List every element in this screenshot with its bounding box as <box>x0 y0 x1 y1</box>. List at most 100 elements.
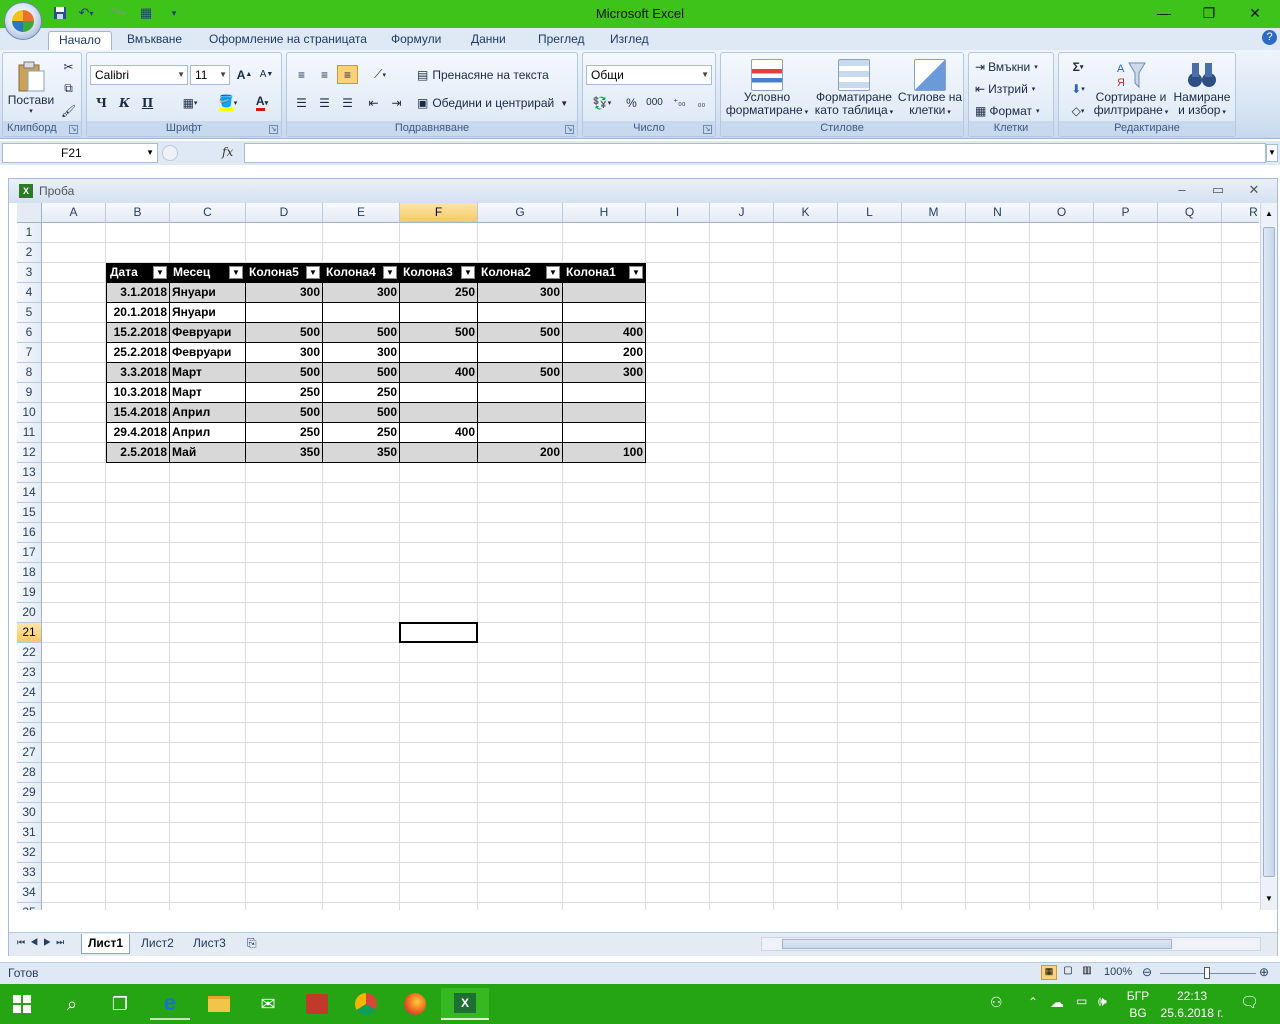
autosum-icon[interactable]: Σ ▾ <box>1063 57 1093 76</box>
table-cell[interactable]: 350 <box>323 443 400 463</box>
row-header-32[interactable]: 32 <box>17 843 42 863</box>
column-header-g[interactable]: G <box>478 203 563 223</box>
row-header-13[interactable]: 13 <box>17 463 42 483</box>
find-select-button[interactable]: Намиране и избор ▾ <box>1169 57 1235 121</box>
grow-font-icon[interactable]: A ▲ <box>234 65 255 84</box>
table-cell[interactable]: 300 <box>246 343 323 363</box>
alignment-launcher-icon[interactable]: ↘ <box>565 125 574 134</box>
increase-indent-icon[interactable]: ⇥ <box>386 93 407 112</box>
wb-maximize-button[interactable]: ▭ <box>1203 182 1233 198</box>
table-cell[interactable] <box>323 303 400 323</box>
borders-icon[interactable]: ▦ ▾ <box>175 93 205 112</box>
table-cell[interactable]: 250 <box>246 423 323 443</box>
sheet-nav-icon[interactable]: ⏮◀▶⏭ <box>17 937 69 948</box>
row-header-9[interactable]: 9 <box>17 383 42 403</box>
table-cell[interactable]: 300 <box>323 283 400 303</box>
table-cell[interactable]: Април <box>170 403 246 423</box>
paste-button[interactable]: Постави ▾ <box>6 57 56 119</box>
filter-dropdown-icon[interactable]: ▼ <box>629 266 643 279</box>
table-cell[interactable] <box>478 403 563 423</box>
table-cell[interactable]: 200 <box>563 343 646 363</box>
align-right-icon[interactable]: ☰ <box>337 93 358 112</box>
percent-icon[interactable]: % <box>621 93 642 112</box>
wrap-text-button[interactable]: ▤ Пренасяне на текста <box>417 65 549 85</box>
filter-dropdown-icon[interactable]: ▼ <box>306 266 320 279</box>
row-header-21[interactable]: 21 <box>17 623 42 643</box>
table-cell[interactable]: Януари <box>170 283 246 303</box>
row-header-8[interactable]: 8 <box>17 363 42 383</box>
horizontal-scroll-thumb[interactable] <box>782 939 1172 949</box>
format-painter-icon[interactable]: 🖌 <box>58 101 79 120</box>
decrease-indent-icon[interactable]: ⇤ <box>363 93 384 112</box>
column-header-o[interactable]: O <box>1030 203 1094 223</box>
show-hidden-icons-icon[interactable]: ⌃ <box>1028 995 1038 1009</box>
fill-color-icon[interactable]: 🪣 ▾ <box>213 93 243 112</box>
sheet-tab-3[interactable]: Лист3 <box>187 934 232 954</box>
access-app-icon[interactable] <box>297 988 337 1020</box>
people-icon[interactable]: ⚇ <box>990 994 1003 1011</box>
table-cell[interactable]: 500 <box>246 323 323 343</box>
insert-function-icon[interactable]: fx <box>222 145 244 163</box>
volume-icon[interactable]: 🕪 <box>1098 993 1107 1010</box>
table-cell[interactable]: 300 <box>478 283 563 303</box>
row-header-30[interactable]: 30 <box>17 803 42 823</box>
underline-button[interactable]: П <box>137 93 158 112</box>
clock[interactable]: 22:13 25.6.2018 г. <box>1160 989 1224 1020</box>
network-icon[interactable]: ▭ <box>1076 994 1087 1008</box>
table-cell[interactable]: Май <box>170 443 246 463</box>
close-button[interactable]: ✕ <box>1240 3 1270 23</box>
vertical-scroll-thumb[interactable] <box>1263 227 1275 877</box>
zoom-slider-thumb[interactable] <box>1204 967 1210 979</box>
row-header-10[interactable]: 10 <box>17 403 42 423</box>
column-header-q[interactable]: Q <box>1158 203 1222 223</box>
table-cell[interactable] <box>478 343 563 363</box>
table-cell[interactable]: 300 <box>246 283 323 303</box>
tab-view[interactable]: Изглед <box>600 31 659 50</box>
name-box[interactable]: F21 ▼ <box>2 143 158 163</box>
wb-minimize-button[interactable]: – <box>1167 182 1197 197</box>
tab-page-layout[interactable]: Оформление на страницата <box>199 31 377 50</box>
row-header-29[interactable]: 29 <box>17 783 42 803</box>
tab-data[interactable]: Данни <box>461 31 516 50</box>
table-cell[interactable] <box>563 403 646 423</box>
table-cell[interactable]: 400 <box>563 323 646 343</box>
table-cell[interactable]: 250 <box>400 283 478 303</box>
table-cell[interactable]: 400 <box>400 423 478 443</box>
select-all-corner[interactable] <box>17 203 42 223</box>
table-cell[interactable]: 500 <box>246 363 323 383</box>
filter-dropdown-icon[interactable]: ▼ <box>383 266 397 279</box>
table-cell[interactable]: 15.2.2018 <box>106 323 170 343</box>
table-cell[interactable]: 500 <box>323 323 400 343</box>
table-cell[interactable]: 400 <box>400 363 478 383</box>
align-top-icon[interactable]: ≡ <box>291 65 312 84</box>
insert-sheet-icon[interactable]: ⎘ <box>241 934 263 954</box>
filter-dropdown-icon[interactable]: ▼ <box>153 266 167 279</box>
page-layout-view-icon[interactable]: ▢ <box>1060 965 1076 980</box>
row-header-25[interactable]: 25 <box>17 703 42 723</box>
align-middle-icon[interactable]: ≡ <box>314 65 335 84</box>
search-icon[interactable]: ⌕ <box>52 988 92 1020</box>
tab-home[interactable]: Начало <box>48 31 112 50</box>
table-cell[interactable] <box>400 303 478 323</box>
table-cell[interactable]: 29.4.2018 <box>106 423 170 443</box>
table-cell[interactable]: 500 <box>323 363 400 383</box>
table-cell[interactable]: 20.1.2018 <box>106 303 170 323</box>
font-size-combo[interactable]: 11 ▼ <box>190 65 230 85</box>
row-header-5[interactable]: 5 <box>17 303 42 323</box>
edge-icon[interactable]: e <box>150 988 190 1020</box>
row-header-6[interactable]: 6 <box>17 323 42 343</box>
scroll-down-icon[interactable]: ▼ <box>1263 894 1275 906</box>
expand-formula-bar-icon[interactable]: ▼ <box>1266 144 1278 162</box>
table-cell[interactable] <box>478 303 563 323</box>
tab-review[interactable]: Преглед <box>528 31 595 50</box>
active-cell[interactable] <box>399 622 478 643</box>
notifications-icon[interactable]: 🗨 <box>1240 993 1259 1011</box>
table-cell[interactable] <box>563 283 646 303</box>
italic-button[interactable]: К <box>114 93 135 112</box>
conditional-formatting-button[interactable]: Условно форматиране ▾ <box>723 57 811 121</box>
orientation-icon[interactable]: ⟋ ▾ <box>365 65 395 84</box>
table-cell[interactable]: 350 <box>246 443 323 463</box>
scroll-up-icon[interactable]: ▲ <box>1263 209 1275 221</box>
table-cell[interactable]: 3.3.2018 <box>106 363 170 383</box>
table-cell[interactable]: 500 <box>323 403 400 423</box>
